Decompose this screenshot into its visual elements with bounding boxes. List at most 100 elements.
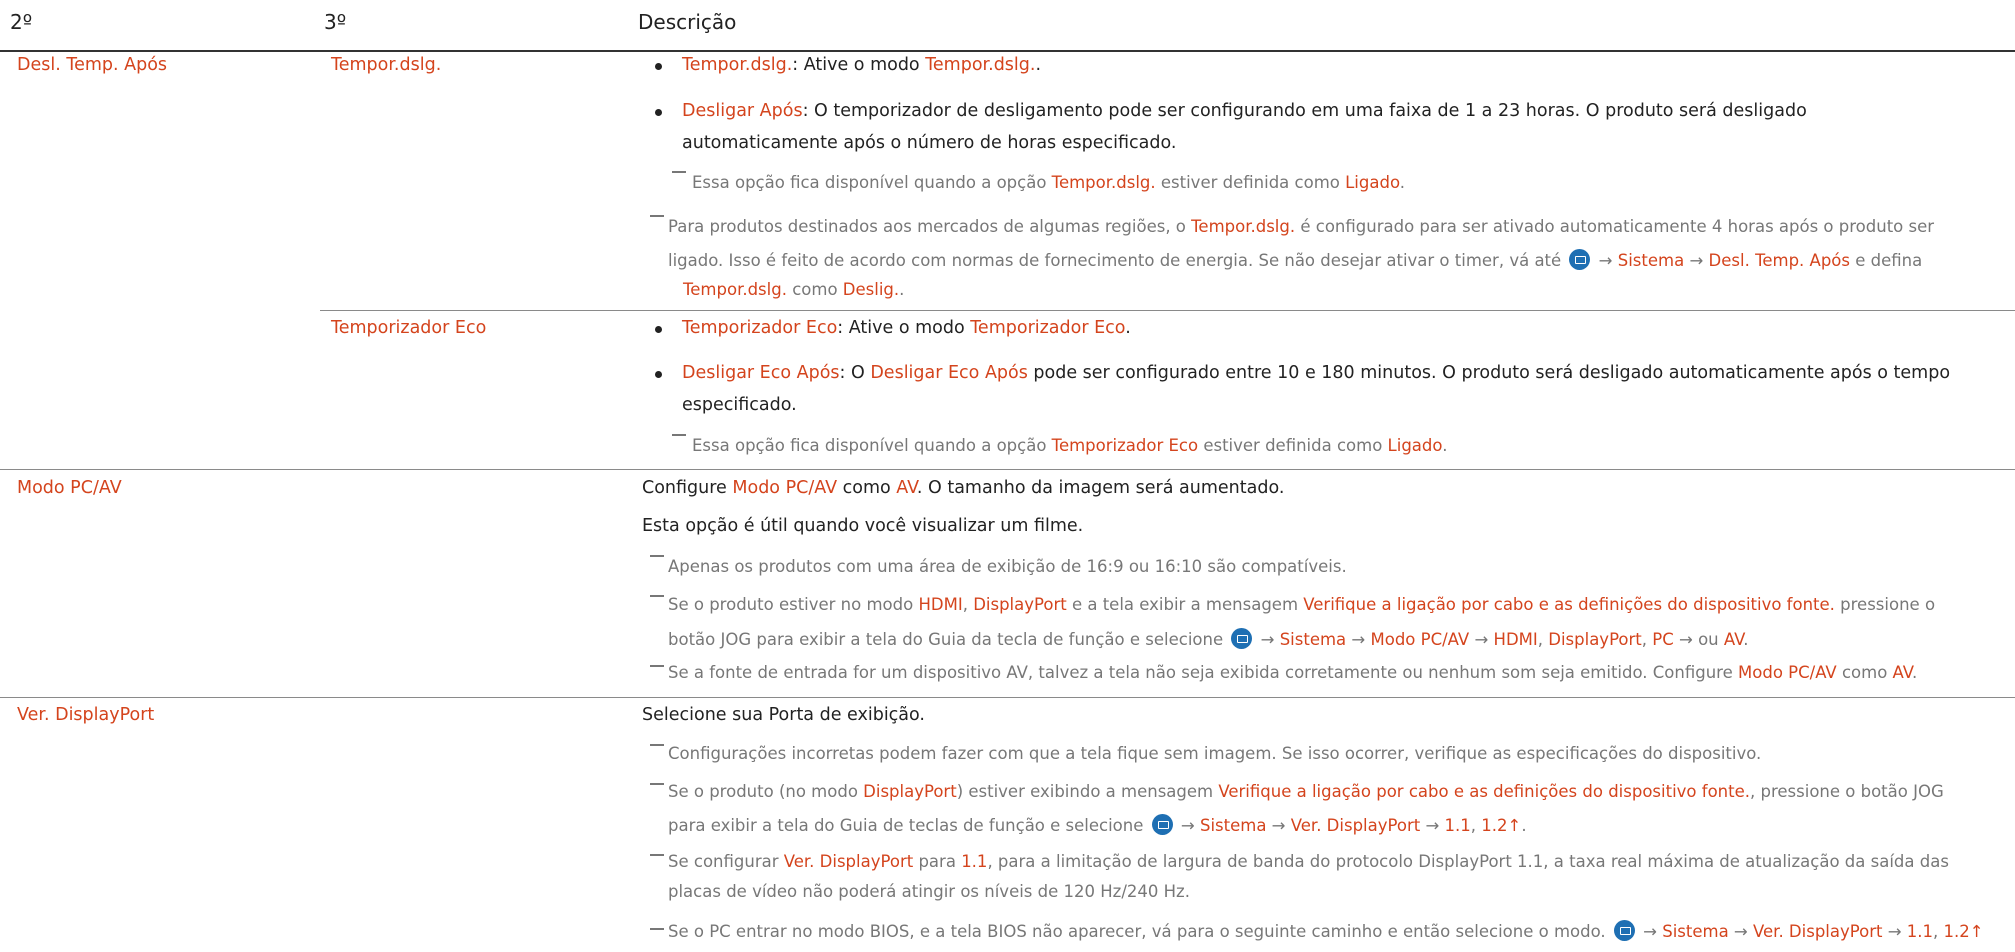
arrow: → [1266,816,1291,835]
term: Tempor.dslg. [682,55,793,75]
text: pode ser configurado entre 10 e 180 minu… [1027,363,1951,383]
note-modo-hdmi-line1: Se o produto estiver no modo HDMI, Displ… [668,595,1935,614]
text: e defina [1850,251,1923,270]
text: . [1442,436,1448,455]
bullet-temporizador-eco: Temporizador Eco: Ative o modo Temporiza… [682,318,1131,338]
term: Temporizador Eco [1051,436,1199,455]
sub-label-temporizador-eco: Temporizador Eco [331,318,487,338]
term: Tempor.dslg. [1191,217,1296,236]
menu-icon [1231,628,1253,649]
text: Essa opção fica disponível quando a opçã… [692,436,1052,455]
text: . [1125,318,1131,338]
text: é configurado para ser ativado automatic… [1295,217,1935,236]
text: e a tela exibir a mensagem [1066,595,1304,614]
term: Desligar Após [682,101,803,121]
note-modo-hdmi-line2: botão JOG para exibir a tela do Guia da … [668,628,1749,649]
text: ligado. Isso é feito de acordo com norma… [668,251,1567,270]
term: Tempor.dslg. [925,55,1036,75]
term: AV [1892,663,1912,682]
note-regioes-line1: Para produtos destinados aos mercados de… [668,217,1934,236]
bullet-icon [655,63,662,70]
bullet-icon [655,326,662,333]
header-col-desc: Descrição [638,10,737,34]
term: Ligado [1387,436,1443,455]
note-dash-icon [650,783,664,785]
term: Verifique a ligação por cabo e as defini… [1218,782,1750,801]
term: Modo PC/AV [1370,630,1470,649]
text: . [1743,630,1749,649]
term: DisplayPort [863,782,957,801]
term: Sistema [1662,922,1729,941]
term: Sistema [1199,816,1267,835]
text: estiver definida como [1155,173,1346,192]
text: Se o produto (no modo [668,782,864,801]
text: . [1035,55,1042,75]
text: , [1470,816,1482,835]
note-eco-disponivel: Essa opção fica disponível quando a opçã… [692,436,1447,455]
term: Verifique a ligação por cabo e as defini… [1303,595,1835,614]
arrow: → [1882,922,1907,941]
arrow: → [1346,630,1371,649]
text: , para a limitação de largura de banda d… [987,852,1949,871]
note-ver-displayport-line1: Se o produto (no modo DisplayPort) estiv… [668,782,1944,801]
arrow: → [1684,251,1709,270]
term: AV [896,478,917,498]
text: : Ative o modo [837,318,971,338]
term: Desligar Eco Após [870,363,1028,383]
row-label-ver-displayport: Ver. DisplayPort [17,705,155,725]
note-regioes-line3: Tempor.dslg. como Deslig.. [683,280,904,299]
arrow: → [1469,630,1494,649]
text: , [1933,922,1944,941]
note-modo-16-9: Apenas os produtos com uma área de exibi… [668,557,1347,576]
arrow: → [1637,922,1663,941]
note-dash-icon [650,215,664,217]
text: Se o produto estiver no modo [668,595,919,614]
text: , pressione o botão JOG [1750,782,1944,801]
text: , [962,595,974,614]
term: Temporizador Eco [970,318,1126,338]
text: , [1641,630,1653,649]
note-dash-icon [650,854,664,856]
note-ver-limitacao-line1: Se configurar Ver. DisplayPort para 1.1,… [668,852,1949,871]
row-label-modo-pc-av: Modo PC/AV [17,478,122,498]
text: como [1836,663,1893,682]
term: HDMI [918,595,963,614]
bullet-icon [655,371,662,378]
bullet-desligar-eco-apos-line2: especificado. [682,395,797,415]
arrow: → [1420,816,1445,835]
text: : Ative o modo [792,55,926,75]
note-ver-bios: Se o PC entrar no modo BIOS, e a tela BI… [668,920,1984,941]
text: Se configurar [668,852,784,871]
term: 1.2↑ [1481,816,1522,835]
note-dash-icon [650,928,664,930]
text: : O temporizador de desligamento pode se… [802,101,1807,121]
term: Desligar Eco Após [682,363,840,383]
row-divider [0,697,2015,698]
text: . [899,280,905,299]
term: Tempor.dslg. [1051,173,1156,192]
note-dash-icon [650,595,664,597]
modo-configure: Configure Modo PC/AV como AV. O tamanho … [642,478,1284,498]
menu-icon [1613,920,1635,941]
row-divider [0,469,2015,470]
text: → ou [1673,630,1724,649]
note-dash-icon [650,744,664,746]
note-modo-fonte-av: Se a fonte de entrada for um dispositivo… [668,663,1917,682]
term: PC [1652,630,1674,649]
bullet-icon [655,109,662,116]
term: Ligado [1345,173,1400,192]
arrow: → [1593,251,1618,270]
sub-label-tempor-dslg: Tempor.dslg. [331,55,442,75]
text: Se a fonte de entrada for um dispositivo… [668,663,1739,682]
table-header: 2º 3º Descrição [0,0,2015,52]
term: Temporizador Eco [682,318,838,338]
text: Configure [642,478,733,498]
term: Tempor.dslg. [683,280,787,299]
term: Deslig. [842,280,900,299]
note-tempor-disponivel: Essa opção fica disponível quando a opçã… [692,173,1405,192]
menu-icon [1151,814,1173,835]
term: AV [1723,630,1744,649]
text: ) estiver exibindo a mensagem [956,782,1219,801]
text: como [786,280,843,299]
text: Essa opção fica disponível quando a opçã… [692,173,1052,192]
